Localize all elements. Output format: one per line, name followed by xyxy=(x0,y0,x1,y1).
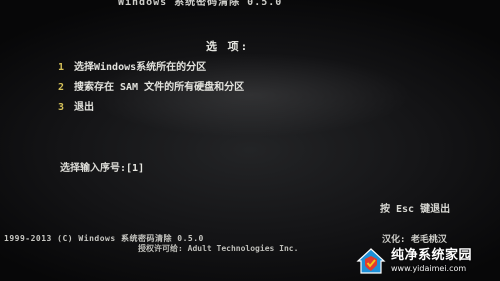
dos-console-screen: Windows 系统密码清除 0.5.0 选 项: 1 选择Windows系统所在… xyxy=(0,0,500,281)
house-logo-icon xyxy=(356,248,386,274)
menu-option-exit[interactable]: 3 退出 xyxy=(58,98,94,113)
option-number: 3 xyxy=(58,102,65,113)
option-number: 1 xyxy=(58,62,65,73)
options-heading: 选 项: xyxy=(206,40,250,53)
esc-exit-hint: 按 Esc 键退出 xyxy=(380,204,451,215)
selection-prompt[interactable]: 选择输入序号:[1] xyxy=(60,159,144,174)
menu-option-search-sam[interactable]: 2 搜索存在 SAM 文件的所有硬盘和分区 xyxy=(58,78,244,93)
option-label: 退出 xyxy=(74,102,94,113)
option-number: 2 xyxy=(58,82,65,93)
prompt-input[interactable]: [1] xyxy=(126,163,144,174)
option-label: 选择Windows系统所在的分区 xyxy=(74,62,207,73)
site-watermark: 纯净系统家园 www.yidaimei.com xyxy=(356,244,496,278)
prompt-label: 选择输入序号: xyxy=(60,163,127,174)
watermark-site-url: www.yidaimei.com xyxy=(391,264,467,273)
watermark-site-name: 纯净系统家园 xyxy=(391,248,473,263)
option-label: 搜索存在 SAM 文件的所有硬盘和分区 xyxy=(74,82,245,93)
menu-option-select-partition[interactable]: 1 选择Windows系统所在的分区 xyxy=(58,58,206,73)
app-title: Windows 系统密码清除 0.5.0 xyxy=(118,0,283,8)
license-line: 授权许可给: Adult Technologies Inc. xyxy=(138,244,299,253)
